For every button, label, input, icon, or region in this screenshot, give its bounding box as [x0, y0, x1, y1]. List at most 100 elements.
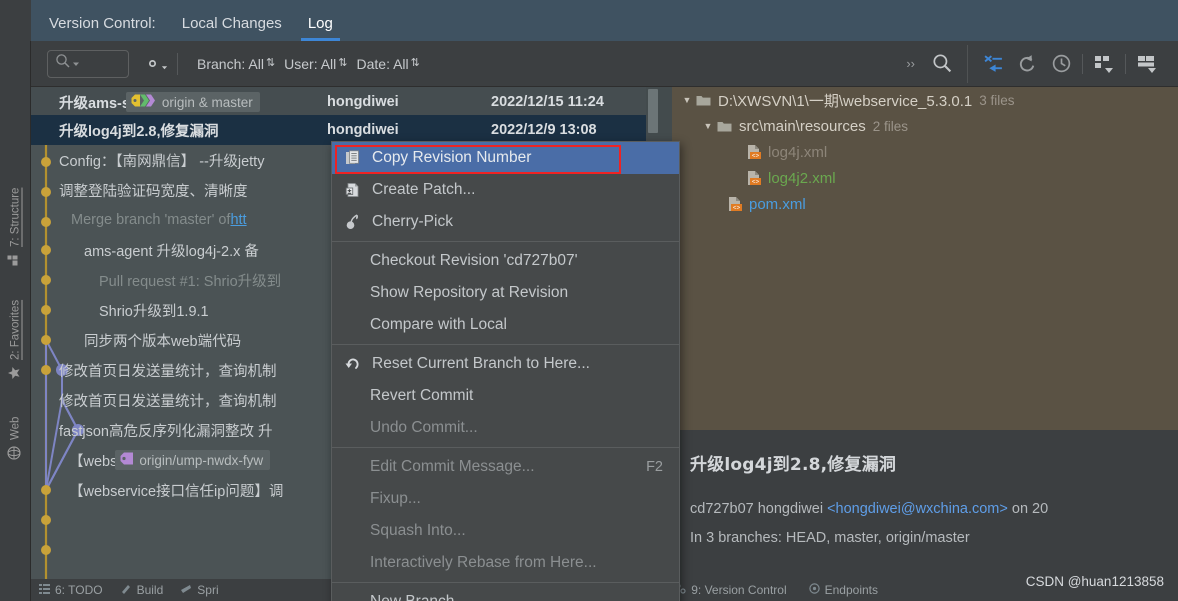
- search-icon: [932, 54, 951, 73]
- menu-item-label: Interactively Rebase from Here...: [370, 554, 597, 571]
- tree-row[interactable]: <> pom.xml: [672, 191, 1178, 217]
- ref-badge[interactable]: origin & master: [125, 92, 260, 112]
- filter-date-label: Date: All: [356, 55, 409, 72]
- tree-row-label: D:\XWSVN\1\一期\webservice_5.3.0.1: [718, 92, 973, 110]
- menu-item-show-repository-at-revision[interactable]: Show Repository at Revision: [332, 277, 679, 309]
- menu-separator: [332, 344, 679, 345]
- settings-button[interactable]: [143, 54, 168, 73]
- search-input[interactable]: [47, 49, 129, 78]
- menu-item-label: Cherry-Pick: [372, 213, 453, 230]
- menu-item-new-branch[interactable]: New Branch...: [332, 586, 679, 601]
- status-item-version-control-label: 9: Version Control: [691, 583, 787, 597]
- sidebar-item-web-label: Web: [9, 416, 22, 440]
- refresh-button[interactable]: [1010, 49, 1044, 79]
- table-row[interactable]: 升级ams-s origin & master hongdiwei 2022/1…: [31, 87, 659, 115]
- tree-row-label: src\main\resources: [739, 117, 866, 135]
- collapse-all-button[interactable]: [976, 49, 1010, 79]
- commit-subject: 【webservice接口信任ip问题】调: [69, 475, 283, 505]
- xml-file-icon: <>: [746, 144, 762, 160]
- status-item-version-control[interactable]: 9: Version Control: [675, 583, 787, 597]
- chevron-updown-icon: ⇅: [410, 57, 420, 69]
- toolbar-overflow-button[interactable]: ››: [896, 56, 925, 71]
- menu-item-label: Undo Commit...: [370, 419, 478, 436]
- reset-icon: [340, 357, 366, 372]
- xml-file-icon: <>: [727, 196, 743, 212]
- tree-row-count: 2 files: [872, 118, 908, 134]
- search-button[interactable]: [925, 49, 959, 79]
- commit-subject: 同步两个版本web端代码: [84, 325, 241, 355]
- commit-list-scrollbar-thumb[interactable]: [648, 89, 658, 133]
- changed-files-tree[interactable]: ▼ D:\XWSVN\1\一期\webservice_5.3.0.1 3 fil…: [672, 87, 1178, 430]
- commit-subject-text: 升级ams-s: [59, 95, 130, 112]
- menu-item-label: Squash Into...: [370, 522, 466, 539]
- tree-row[interactable]: ▼ src\main\resources 2 files: [672, 113, 1178, 139]
- tool-window-header: Version Control: Local Changes Log: [31, 0, 1178, 41]
- menu-item-undo-commit: Undo Commit...: [332, 412, 679, 444]
- todo-icon: [39, 583, 50, 597]
- status-item-todo[interactable]: 6: TODO: [39, 583, 103, 597]
- xml-file-icon: <>: [746, 170, 762, 186]
- ref-badge-label: origin/ump-nwdx-fyw: [139, 452, 264, 468]
- tab-log[interactable]: Log: [300, 15, 340, 41]
- ref-badge[interactable]: origin/ump-nwdx-fyw: [115, 450, 271, 470]
- ref-badge-label: origin & master: [161, 94, 253, 110]
- commit-subject-text: 【webs: [69, 453, 118, 470]
- commit-details-email[interactable]: <hongdiwei@wxchina.com>: [827, 501, 1008, 517]
- history-button[interactable]: [1044, 49, 1078, 79]
- tree-row-label: pom.xml: [749, 195, 806, 213]
- toolbar-divider-small: [1082, 53, 1083, 74]
- filter-user-label: User: All: [284, 55, 337, 72]
- commit-details-hash: cd727b07: [690, 501, 754, 517]
- chevron-down-icon[interactable]: ▼: [699, 121, 717, 131]
- commit-subject: 调整登陆验证码宽度、清晰度: [59, 175, 248, 205]
- menu-item-label: Compare with Local: [370, 316, 507, 333]
- commit-subject: 升级ams-s origin & master: [59, 87, 260, 117]
- menu-item-cherry-pick[interactable]: Cherry-Pick: [332, 206, 679, 238]
- svg-text:<>: <>: [752, 179, 760, 186]
- chevron-down-icon[interactable]: ▼: [678, 95, 696, 105]
- commit-context-menu[interactable]: Copy Revision Number Create Patch... Che…: [331, 141, 680, 601]
- status-item-endpoints[interactable]: Endpoints: [808, 583, 878, 597]
- sidebar-item-structure[interactable]: 7: Structure: [0, 175, 31, 271]
- commit-subject-text: Merge branch 'master' of: [71, 212, 231, 228]
- tab-local-changes[interactable]: Local Changes: [182, 15, 282, 41]
- menu-item-label: New Branch...: [340, 593, 467, 601]
- menu-item-copy-revision-number[interactable]: Copy Revision Number: [332, 142, 679, 174]
- menu-item-revert-commit[interactable]: Revert Commit: [332, 380, 679, 412]
- chevron-updown-icon: ⇅: [338, 57, 348, 69]
- menu-item-label: Show Repository at Revision: [370, 284, 569, 301]
- status-item-todo-label: 6: TODO: [55, 583, 103, 597]
- star-icon: [8, 367, 24, 380]
- commit-subject: fastjson高危反序列化漏洞整改 升: [59, 415, 273, 445]
- sidebar-item-favorites[interactable]: 2: Favorites: [0, 285, 31, 385]
- commit-subject-text: ams-agent 升级log4j-2.x 备: [84, 243, 259, 260]
- menu-item-compare-with-local[interactable]: Compare with Local: [332, 309, 679, 341]
- tree-row[interactable]: <> log4j2.xml: [672, 165, 1178, 191]
- menu-item-label: Copy Revision Number: [372, 149, 532, 166]
- menu-item-reset-current-branch[interactable]: Reset Current Branch to Here...: [332, 348, 679, 380]
- tree-row[interactable]: ▼ D:\XWSVN\1\一期\webservice_5.3.0.1 3 fil…: [672, 87, 1178, 113]
- menu-item-checkout-revision[interactable]: Checkout Revision 'cd727b07': [332, 245, 679, 277]
- tree-row[interactable]: <> log4j.xml: [672, 139, 1178, 165]
- filter-date[interactable]: Date: All ⇅: [357, 56, 420, 72]
- commit-subject-text: fastjson高危反序列化漏洞整改 升: [59, 423, 273, 440]
- menu-item-label: Create Patch...: [372, 181, 476, 198]
- gear-icon: [148, 59, 157, 68]
- filter-branch[interactable]: Branch: All ⇅: [197, 56, 275, 72]
- menu-separator: [332, 241, 679, 242]
- status-item-spring[interactable]: Spri: [181, 583, 219, 597]
- commit-subject-link[interactable]: htt: [230, 212, 246, 228]
- copy-icon: [340, 150, 366, 166]
- commit-subject-text: Config：【南网鼎信】 --升级jetty: [59, 153, 265, 170]
- menu-item-create-patch[interactable]: Create Patch...: [332, 174, 679, 206]
- menu-item-label: Revert Commit: [370, 387, 474, 404]
- filter-user[interactable]: User: All ⇅: [284, 56, 347, 72]
- menu-separator: [332, 447, 679, 448]
- search-dropdown-icon[interactable]: [72, 55, 80, 73]
- sidebar-item-web[interactable]: Web: [0, 401, 31, 465]
- patch-icon: [340, 182, 366, 198]
- commit-subject: Shrio升级到1.9.1: [99, 295, 209, 325]
- layout-button[interactable]: [1130, 49, 1164, 79]
- status-item-build[interactable]: Build: [121, 583, 163, 597]
- show-details-button[interactable]: [1087, 49, 1121, 79]
